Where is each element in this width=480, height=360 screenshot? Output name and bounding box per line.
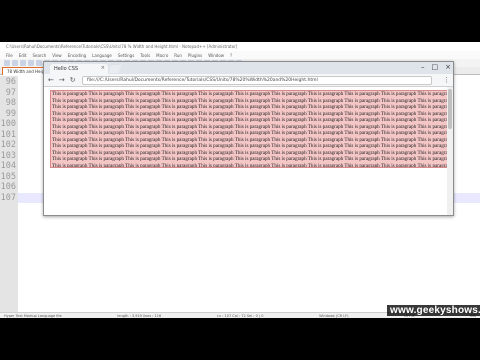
paragraph-line: This is paragraph This is paragraph This… (52, 117, 449, 123)
menu-item[interactable]: Edit (19, 53, 27, 58)
menu-item[interactable]: Run (174, 53, 182, 58)
paragraph-line: This is paragraph This is paragraph This… (52, 130, 449, 136)
line-number: 103 (0, 150, 16, 161)
line-number: 104 (0, 161, 16, 171)
line-number: 98 (5, 98, 16, 108)
paragraph-line: This is paragraph This is paragraph This… (52, 104, 449, 110)
address-bar[interactable]: file:///C:/Users/Rahul/Documents/Referen… (82, 76, 432, 85)
browser-window: Hello CSS × – □ × ← → ↻ file:///C:/Users… (43, 61, 454, 216)
toolbar-button[interactable] (28, 60, 34, 66)
menu-item[interactable]: Plugins (188, 53, 202, 58)
new-tab-button[interactable] (108, 65, 122, 73)
reload-icon[interactable]: ↻ (70, 76, 76, 84)
browser-toolbar: ← → ↻ file:///C:/Users/Rahul/Documents/R… (44, 74, 453, 87)
watermark: www.geekyshows.com (387, 305, 480, 316)
menu-item[interactable]: Tools (140, 53, 150, 58)
close-tab-icon[interactable]: × (101, 65, 105, 71)
status-eol: Windows (CR LF) (319, 314, 349, 318)
paragraph-line: This is paragraph This is paragraph This… (52, 156, 449, 162)
menu-item[interactable]: File (6, 53, 13, 58)
menu-item[interactable]: Window (208, 53, 224, 58)
menu-item[interactable]: Encoding (68, 53, 86, 58)
toolbar-button[interactable] (36, 60, 42, 66)
line-number: 100 (0, 119, 16, 129)
line-number: 106 (0, 182, 16, 192)
menu-item[interactable]: Language (92, 53, 112, 58)
toolbar-button[interactable] (4, 60, 10, 66)
forward-icon[interactable]: → (59, 76, 65, 84)
browser-tab-title: Hello CSS (54, 66, 79, 72)
close-window-icon[interactable]: × (445, 63, 451, 71)
line-number: 102 (0, 140, 16, 150)
line-number: 107 (0, 192, 16, 203)
toolbar-button[interactable] (20, 60, 26, 66)
editor-menu-bar: File Edit Search View Encoding Language Settin… (0, 51, 480, 59)
navigation-buttons: ← → ↻ (48, 76, 76, 84)
paragraph-box: This is paragraph This is paragraph This… (50, 90, 449, 168)
status-position: Ln : 107 Col : 72 Sel : 0 | 0 (216, 314, 264, 318)
menu-item[interactable]: Macro (156, 53, 168, 58)
browser-menu-icon[interactable]: ⋮ (443, 76, 450, 84)
menu-item[interactable]: Search (32, 53, 46, 58)
scrollbar-thumb[interactable] (448, 89, 452, 129)
editor-title-bar: C:\Users\Rahul\Documents\Reference\Tutor… (0, 42, 480, 51)
page-viewport: This is paragraph This is paragraph This… (44, 87, 449, 215)
paragraph-line: This is paragraph This is paragraph This… (52, 143, 449, 149)
paragraph-line: This is paragraph This is paragraph This… (52, 91, 449, 97)
screen-frame: C:\Users\Rahul\Documents\Reference\Tutor… (0, 42, 480, 318)
maximize-icon[interactable]: □ (432, 63, 439, 71)
line-number: 101 (0, 129, 16, 140)
window-controls: – □ × (421, 63, 451, 71)
menu-item[interactable]: View (52, 53, 62, 58)
line-number: 96 (5, 77, 16, 87)
back-icon[interactable]: ← (48, 76, 54, 84)
line-number: 99 (5, 108, 16, 119)
browser-tab[interactable]: Hello CSS × (50, 64, 108, 74)
status-file-type: Hyper Text Markup Language file (4, 314, 62, 318)
browser-scrollbar[interactable] (447, 87, 453, 215)
browser-tab-strip: Hello CSS × – □ × (44, 62, 453, 74)
paragraph-line: This is paragraph This is paragraph This… (52, 162, 449, 168)
toolbar-button[interactable] (12, 60, 18, 66)
line-number: 97 (5, 87, 16, 98)
menu-item[interactable]: Settings (118, 53, 134, 58)
menu-item[interactable]: ? (230, 53, 232, 58)
minimize-icon[interactable]: – (421, 63, 425, 71)
status-length: length : 3,919 lines : 116 (117, 314, 162, 318)
line-number: 105 (0, 171, 16, 182)
